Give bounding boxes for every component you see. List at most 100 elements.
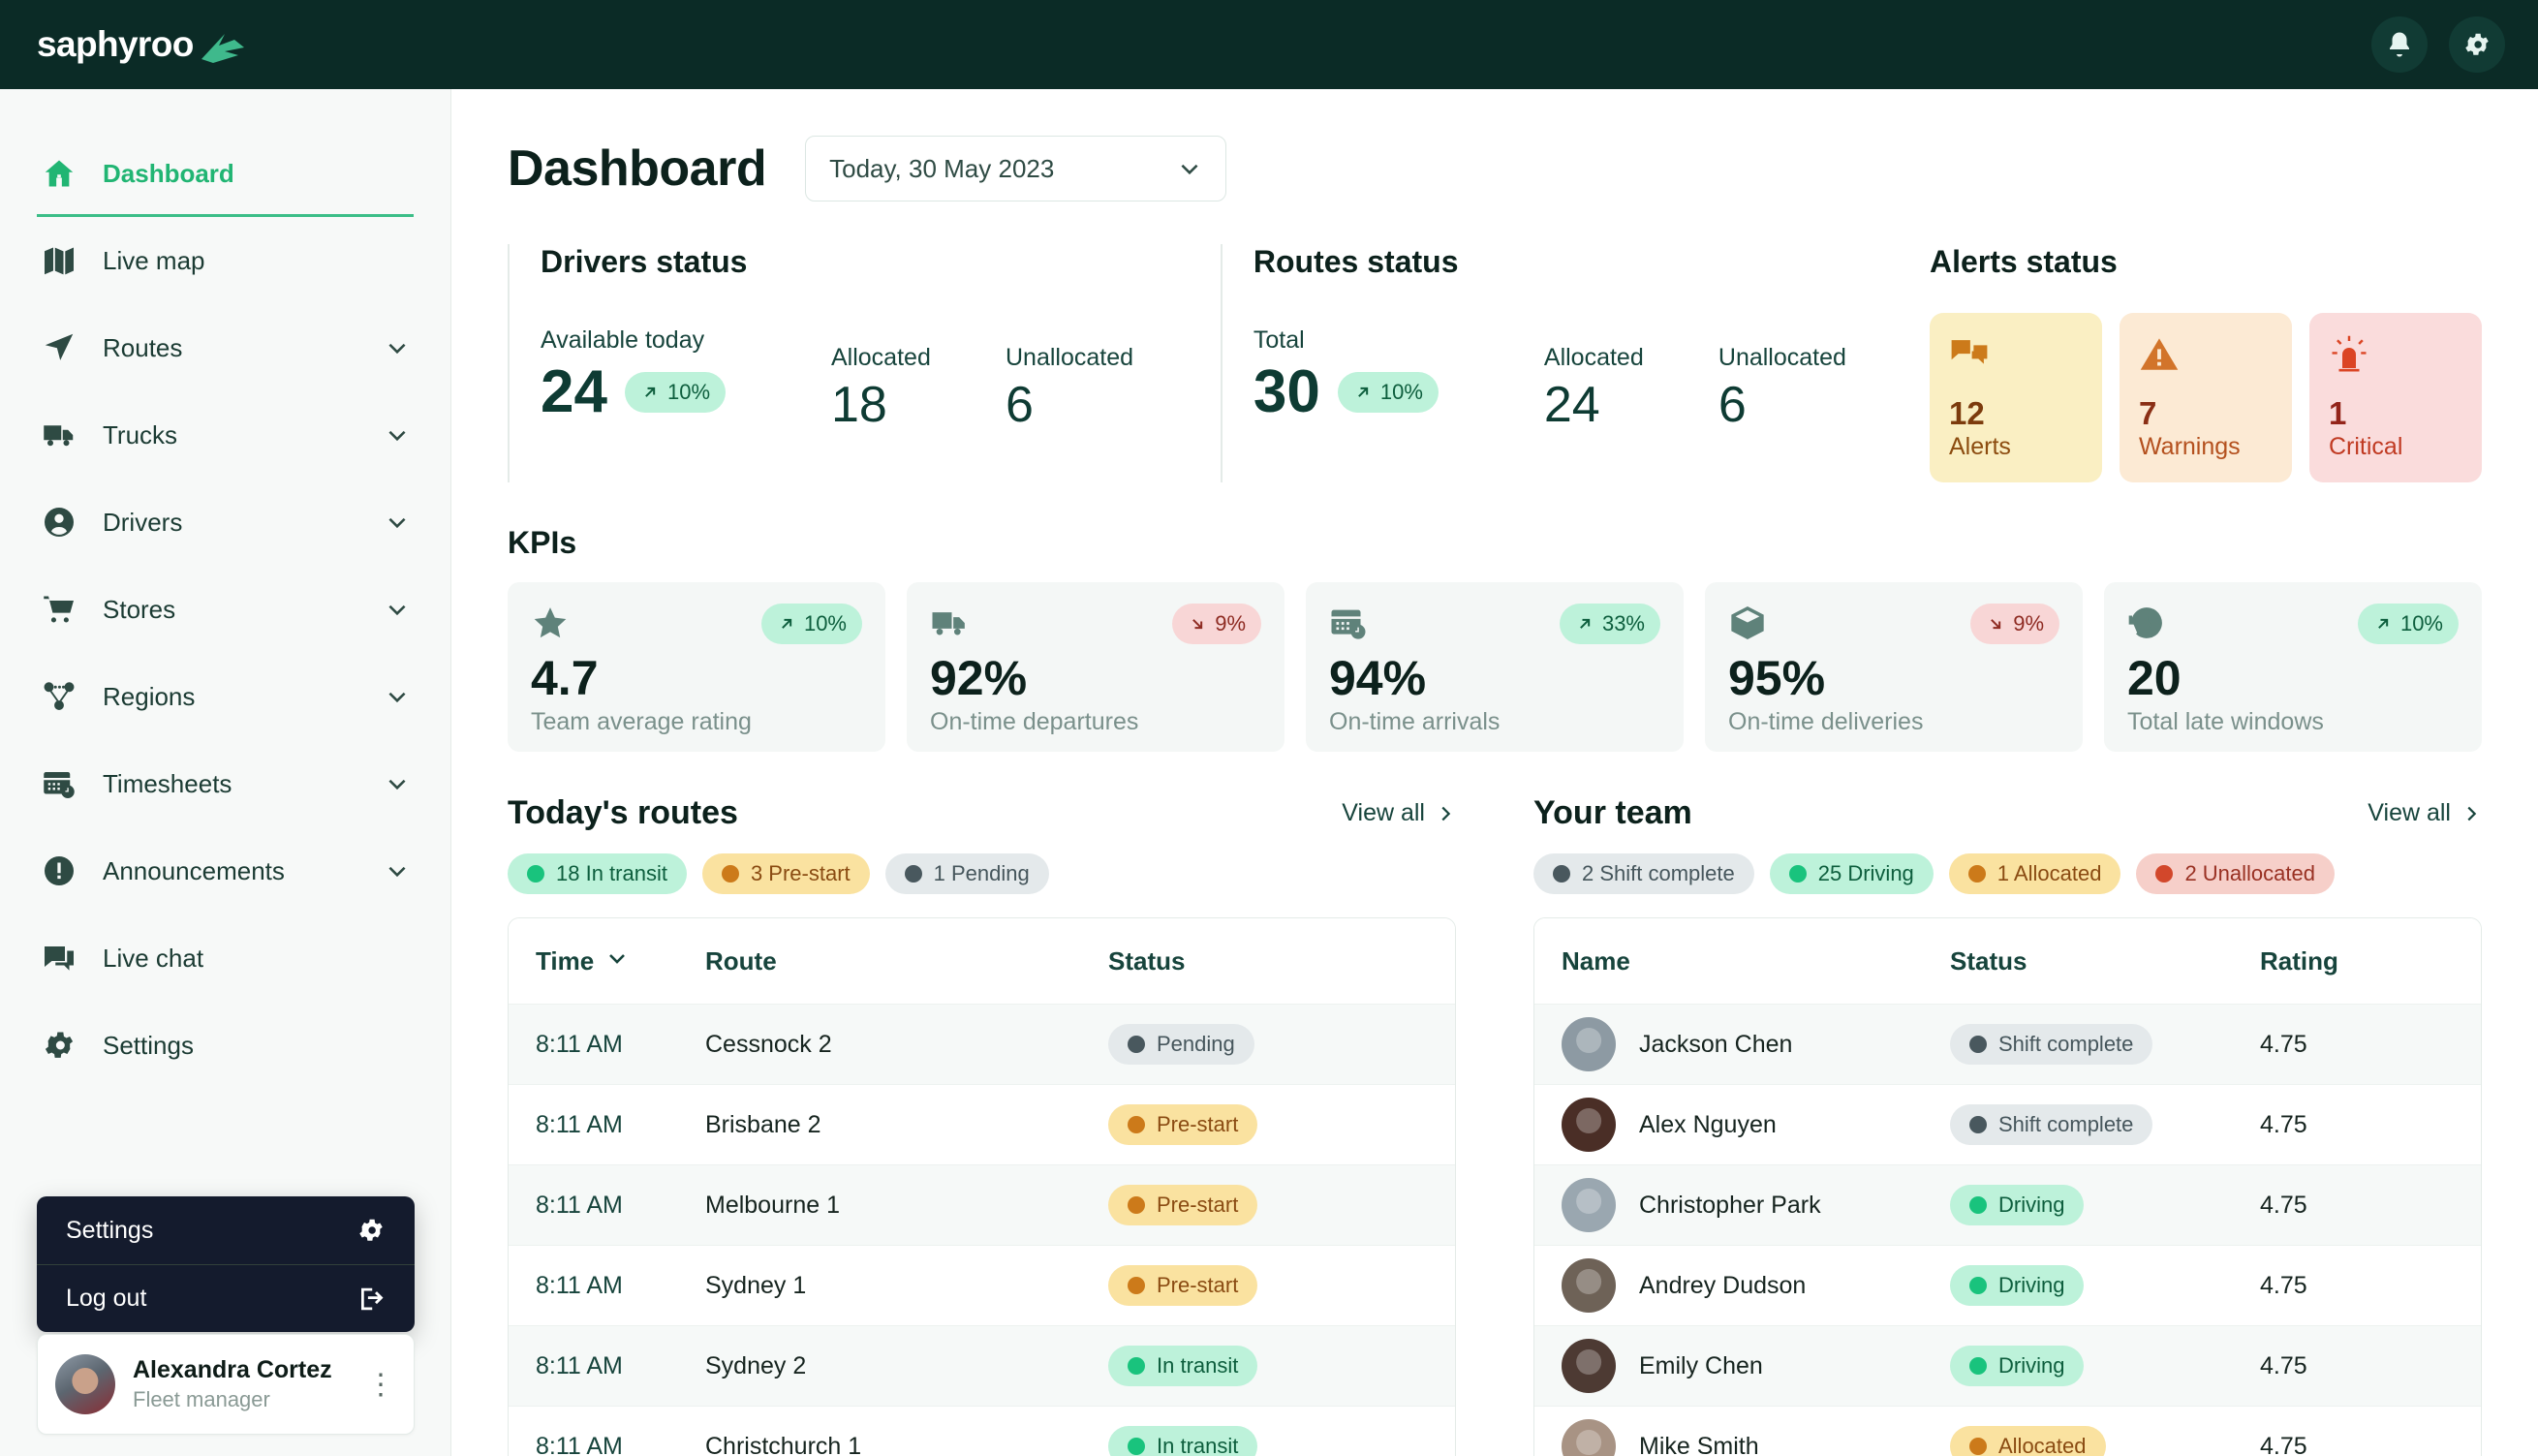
shopping-cart-icon [41,591,77,628]
chevron-down-icon[interactable] [385,858,410,883]
menu-item-logout[interactable]: Log out [37,1264,415,1332]
table-row[interactable]: Emily Chen Driving 4.75 [1534,1325,2481,1406]
sidebar-item-dashboard[interactable]: Dashboard [37,130,414,217]
table-row[interactable]: 8:11 AM Cessnock 2 Pending [509,1004,1455,1084]
filter-chip-in-transit[interactable]: 18 In transit [508,853,687,894]
brand-logo[interactable]: saphyroo [37,22,250,67]
table-row[interactable]: 8:11 AM Sydney 1 Pre-start [509,1245,1455,1325]
chevron-down-icon[interactable] [385,771,410,796]
sidebar-item-regions[interactable]: Regions [37,653,414,740]
sidebar-item-drivers[interactable]: Drivers [37,479,414,566]
stat-value: 6 [1718,377,1747,433]
filter-chip-pending[interactable]: 1 Pending [884,853,1049,894]
status-label: Pending [1157,1032,1235,1056]
trend-value: 33% [1601,611,1645,635]
menu-item-settings[interactable]: Settings [37,1196,415,1264]
view-all-routes-link[interactable]: View all [1342,799,1456,827]
kpi-card-team-rating[interactable]: 10% 4.7 Team average rating [508,582,885,752]
sidebar-item-settings[interactable]: Settings [37,1002,414,1089]
kpi-card-ontime-arrivals[interactable]: 33% 94% On-time arrivals [1306,582,1684,752]
cell-route: Christchurch 1 [705,1432,862,1456]
filter-chip-pre-start[interactable]: 3 Pre-start [701,853,870,894]
column-header-time[interactable]: Time [536,946,705,976]
column-header-route: Route [705,945,777,976]
kpi-label: Team average rating [531,707,752,735]
status-label: In transit [1157,1434,1239,1456]
arrow-up-right-icon [1580,618,1591,629]
stat-value: 18 [831,377,887,433]
team-filter-chips: 2 Shift complete 25 Driving 1 Allocated … [1533,853,2482,894]
critical-count-card[interactable]: 1 Critical [2309,313,2482,482]
chevron-down-icon[interactable] [385,422,410,448]
status-badge: Shift complete [1950,1024,2153,1065]
history-clock-icon [2127,604,2166,647]
gear-icon [359,1219,383,1241]
page-header: Dashboard Today, 30 May 2023 [508,136,2482,201]
table-row[interactable]: Andrey Dudson Driving 4.75 [1534,1245,2481,1325]
top-bar: saphyroo [0,0,2538,89]
table-row[interactable]: 8:11 AM Melbourne 1 Pre-start [509,1164,1455,1245]
view-all-team-link[interactable]: View all [2368,799,2482,827]
alerts-count-card[interactable]: 12 Alerts [1930,313,2102,482]
stat-label: Total [1253,326,1305,354]
chevron-down-icon[interactable] [385,684,410,709]
sidebar-item-live-map[interactable]: Live map [37,217,414,304]
user-profile-card[interactable]: Alexandra Cortez Fleet manager ⋮ [37,1334,415,1435]
user-name: Alexandra Cortez [133,1356,332,1383]
status-label: Allocated [1998,1434,2087,1456]
kpi-card-ontime-departures[interactable]: 9% 92% On-time departures [907,582,1284,752]
sidebar-item-routes[interactable]: Routes [37,304,414,391]
kpi-card-late-windows[interactable]: 10% 20 Total late windows [2104,582,2482,752]
cell-status: In transit [1108,1346,1428,1386]
kpi-value: 20 [2127,651,2182,705]
sidebar-item-trucks[interactable]: Trucks [37,391,414,479]
trend-value: 9% [1215,611,1246,635]
cell-time: 8:11 AM [536,1191,623,1219]
date-range-value: Today, 30 May 2023 [829,153,1055,183]
panel-title: Your team [1533,794,1692,831]
notifications-button[interactable] [2371,16,2428,73]
filter-chip-allocated[interactable]: 1 Allocated [1948,853,2121,894]
settings-button[interactable] [2449,16,2505,73]
status-badge: Pending [1108,1024,1254,1065]
network-nodes-icon [41,678,77,715]
sidebar-item-stores[interactable]: Stores [37,566,414,653]
vertical-dots-icon[interactable]: ⋮ [366,1370,396,1399]
table-row[interactable]: Christopher Park Driving 4.75 [1534,1164,2481,1245]
avatar [1562,1098,1616,1152]
status-dot [721,865,739,883]
table-row[interactable]: Jackson Chen Shift complete 4.75 [1534,1004,2481,1084]
table-row[interactable]: 8:11 AM Christchurch 1 In transit [509,1406,1455,1456]
cell-rating: 4.75 [2260,1191,2307,1219]
chevron-down-icon[interactable] [385,597,410,622]
warnings-count-card[interactable]: 7 Warnings [2120,313,2292,482]
calendar-clock-icon [1329,604,1368,647]
kpi-value: 94% [1329,651,1427,705]
table-row[interactable]: 8:11 AM Sydney 2 In transit [509,1325,1455,1406]
filter-chip-driving[interactable]: 25 Driving [1769,853,1934,894]
status-label: Driving [1998,1273,2065,1297]
trend-badge: 10% [760,604,862,644]
table-row[interactable]: Alex Nguyen Shift complete 4.75 [1534,1084,2481,1164]
stat-value: 24 [1543,377,1600,433]
chevron-down-icon[interactable] [385,510,410,535]
cell-rating: 4.75 [2260,1432,2307,1456]
menu-item-label: Settings [66,1216,154,1244]
table-row[interactable]: 8:11 AM Brisbane 2 Pre-start [509,1084,1455,1164]
chevron-down-icon[interactable] [385,335,410,360]
sidebar-item-live-chat[interactable]: Live chat [37,914,414,1002]
sidebar-item-timesheets[interactable]: Timesheets [37,740,414,827]
filter-chip-unallocated[interactable]: 2 Unallocated [2136,853,2335,894]
cell-rating: 4.75 [2260,1271,2307,1299]
cell-name: Alex Nguyen [1562,1098,1950,1152]
cell-time: 8:11 AM [536,1271,623,1299]
cell-route: Cessnock 2 [705,1030,832,1058]
status-badge: Driving [1950,1265,2085,1306]
sidebar-item-announcements[interactable]: Announcements [37,827,414,914]
date-range-select[interactable]: Today, 30 May 2023 [805,136,1227,201]
kpi-card-ontime-deliveries[interactable]: 9% 95% On-time deliveries [1705,582,2083,752]
filter-chip-shift-complete[interactable]: 2 Shift complete [1533,853,1754,894]
table-row[interactable]: Mike Smith Allocated 4.75 [1534,1406,2481,1456]
routes-filter-chips: 18 In transit 3 Pre-start 1 Pending [508,853,1456,894]
cell-time: 8:11 AM [536,1030,623,1058]
